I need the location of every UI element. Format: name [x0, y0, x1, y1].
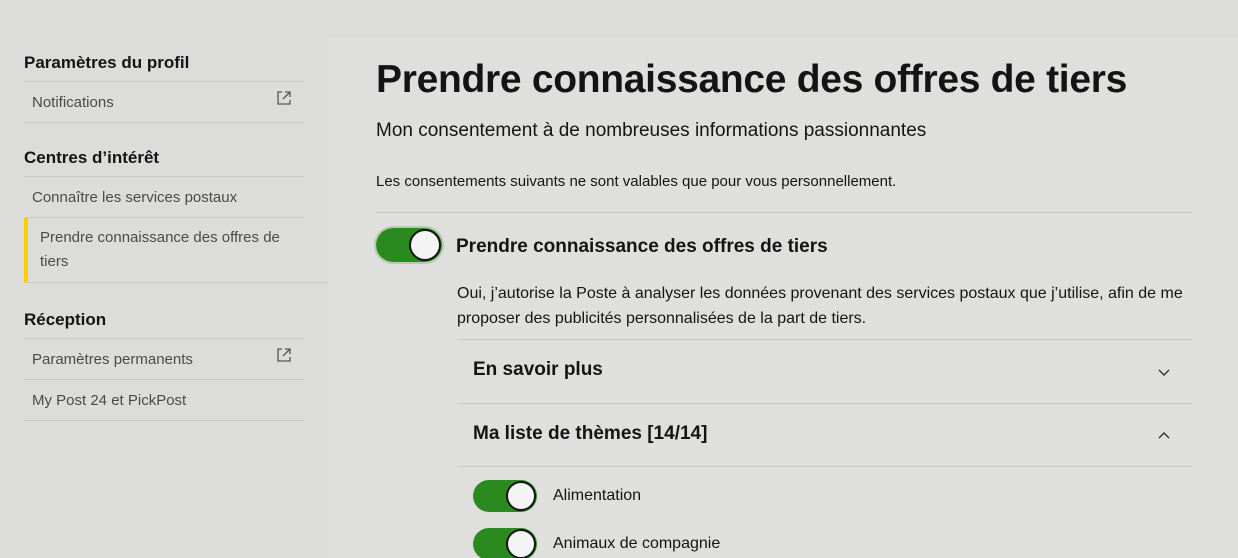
sidebar-section-title-interests: Centres d’intérêt: [24, 145, 304, 177]
intro-text: Les consentements suivants ne sont valab…: [376, 173, 897, 190]
page-title: Prendre connaissance des offres de tiers: [376, 58, 1127, 101]
consent-description: Oui, j’autorise la Poste à analyser les …: [457, 285, 1183, 327]
sidebar-section-title-profile: Paramètres du profil: [24, 50, 304, 82]
sidebar-item-label: Notifications: [32, 94, 114, 111]
theme-toggle-animaux[interactable]: [473, 528, 537, 558]
sidebar-item-postal-services[interactable]: Connaître les services postaux: [24, 177, 304, 218]
accordion-label: Ma liste de thèmes [14/14]: [473, 423, 708, 444]
page-subtitle: Mon consentement à de nombreuses informa…: [376, 120, 927, 141]
page: Paramètres du profil Notifications Centr…: [0, 0, 1238, 558]
external-link-icon: [277, 348, 291, 362]
divider: [376, 212, 1192, 213]
theme-label: Alimentation: [553, 487, 642, 504]
accordion-theme-list[interactable]: Ma liste de thèmes [14/14]: [457, 404, 1192, 468]
sidebar-item-label: Connaître les services postaux: [32, 189, 238, 206]
sidebar-item-third-party-offers[interactable]: Prendre connaissance des offres de tiers: [24, 218, 328, 283]
sidebar-item-label: Paramètres permanents: [32, 351, 193, 368]
sidebar-item-notifications[interactable]: Notifications: [24, 82, 304, 123]
sidebar-nav: Paramètres du profil Notifications Centr…: [24, 50, 328, 421]
consent-label: Prendre connaissance des offres de tiers: [456, 236, 828, 257]
sidebar-item-label: My Post 24 et PickPost: [32, 392, 187, 409]
divider: [457, 466, 1192, 467]
chevron-up-icon: [1158, 432, 1170, 439]
accordion-label: En savoir plus: [473, 359, 603, 380]
external-link-icon: [277, 91, 291, 105]
toggle-knob: [506, 481, 536, 511]
chevron-down-icon: [1158, 369, 1170, 376]
consent-toggle[interactable]: [374, 226, 444, 264]
toggle-knob: [409, 229, 441, 261]
sidebar-item-mypost24-pickpost[interactable]: My Post 24 et PickPost: [24, 380, 304, 421]
toggle-knob: [506, 529, 536, 558]
sidebar-section-title-reception: Réception: [24, 307, 304, 339]
sidebar-item-label: Prendre connaissance des offres de tiers: [40, 229, 280, 270]
accordion-learn-more[interactable]: En savoir plus: [457, 340, 1192, 404]
theme-label: Animaux de compagnie: [553, 535, 721, 552]
sidebar-item-permanent-settings[interactable]: Paramètres permanents: [24, 339, 304, 380]
theme-toggle-alimentation[interactable]: [473, 480, 537, 512]
